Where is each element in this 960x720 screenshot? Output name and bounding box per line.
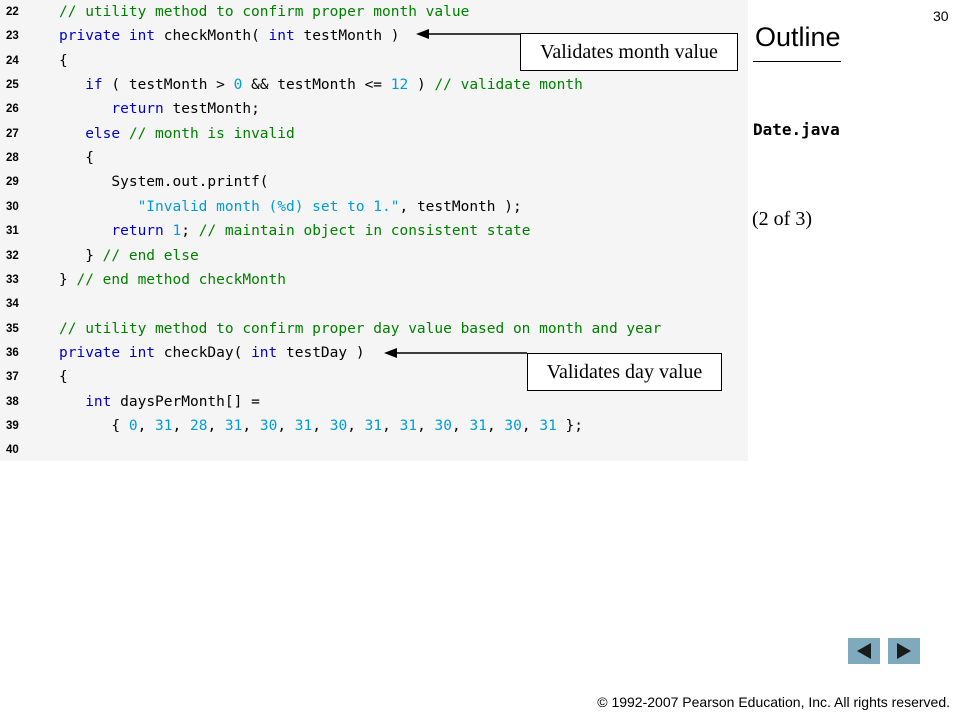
outline-title: Outline <box>755 22 841 52</box>
file-name: Date.java <box>753 120 840 139</box>
next-slide-button[interactable] <box>888 638 920 664</box>
copyright-symbol: © <box>597 694 608 710</box>
part-label: (2 of 3) <box>752 208 812 230</box>
validates-day-callout: Validates day value <box>527 353 722 391</box>
outline-underline <box>753 61 841 62</box>
copyright-text: 1992-2007 Pearson Education, Inc. All ri… <box>607 694 950 710</box>
previous-slide-button[interactable] <box>848 638 880 664</box>
day-callout-arrow <box>384 348 527 358</box>
page-number: 30 <box>933 8 949 24</box>
copyright-notice: © 1992-2007 Pearson Education, Inc. All … <box>597 694 950 710</box>
triangle-left-icon <box>857 643 871 659</box>
callout-arrows <box>384 29 527 358</box>
validates-month-callout: Validates month value <box>520 33 738 71</box>
month-callout-arrow <box>416 29 520 39</box>
triangle-right-icon <box>897 643 911 659</box>
